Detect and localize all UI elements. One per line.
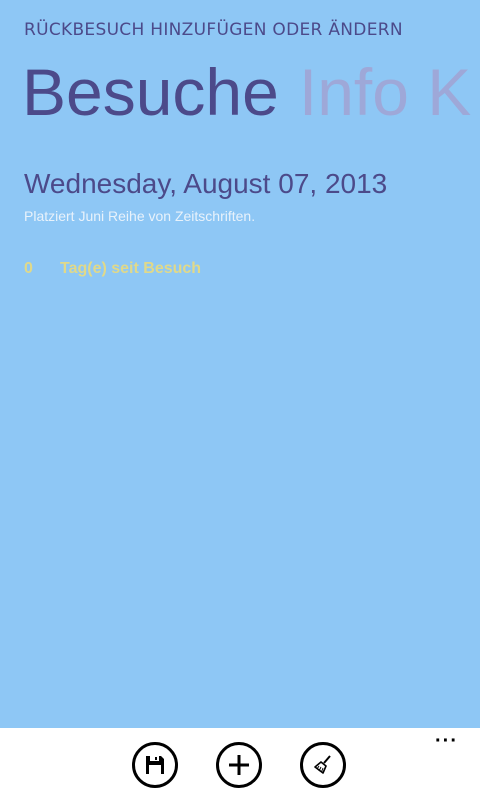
clear-button[interactable] <box>300 742 346 788</box>
days-count: 0 <box>24 260 33 277</box>
visit-note: Platziert Juni Reihe von Zeitschriften. <box>24 208 256 224</box>
more-options-button[interactable]: ··· <box>435 730 458 753</box>
days-label: Tag(e) seit Besuch <box>60 260 202 277</box>
pivot-item-besuche[interactable]: Besuche <box>22 55 279 129</box>
clear-icon <box>314 755 331 774</box>
add-icon <box>229 755 249 775</box>
app-title: RÜCKBESUCH HINZUFÜGEN ODER ÄNDERN <box>24 20 403 40</box>
save-icon <box>146 756 164 774</box>
app-bar: ··· <box>0 728 480 800</box>
days-since-visit: 0 Tag(e) seit Besuch <box>24 260 201 278</box>
add-button[interactable] <box>216 742 262 788</box>
pivot-header: Besuche Info K <box>22 52 480 132</box>
save-button[interactable] <box>132 742 178 788</box>
visit-date[interactable]: Wednesday, August 07, 2013 <box>24 168 387 200</box>
pivot-item-info[interactable]: Info K <box>299 55 471 129</box>
